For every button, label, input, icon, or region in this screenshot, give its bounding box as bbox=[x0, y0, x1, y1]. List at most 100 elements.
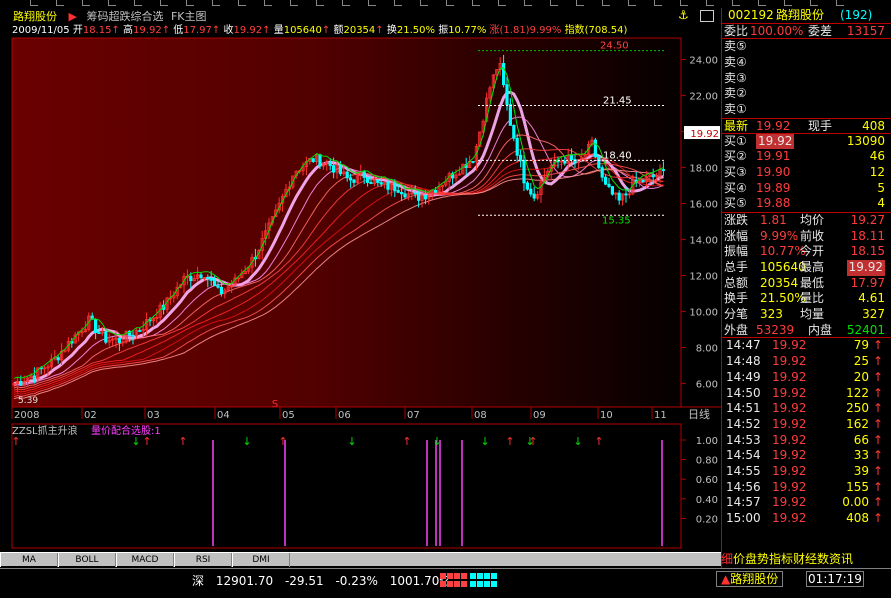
breadth-bar bbox=[447, 581, 453, 587]
buy-level: 买④ 19.89 5 bbox=[722, 181, 891, 197]
tick-arrow-icon: ↑ bbox=[872, 495, 883, 510]
window-restore-icon[interactable] bbox=[700, 10, 714, 22]
turn-label: 换 bbox=[386, 25, 397, 36]
tick-time: 14:48 bbox=[726, 354, 761, 369]
index-name: 深 bbox=[192, 574, 205, 588]
indicator-tick-label: 1.00 bbox=[696, 436, 718, 447]
candle-body bbox=[593, 139, 598, 158]
stock-name[interactable]: 路翔股份 bbox=[13, 10, 57, 23]
toolbar-icon[interactable] bbox=[758, 0, 766, 6]
tick-vol: 33 bbox=[853, 448, 869, 463]
sell-level-label: 卖⑤ bbox=[724, 39, 747, 54]
tick-list[interactable]: 14:47 19.92 79 ↑ 14:48 19.92 25 ↑ 14:49 19.92 20 ↑ 1… bbox=[722, 338, 891, 526]
candle-body bbox=[399, 191, 404, 195]
price-tick-label: 22.00 bbox=[689, 92, 718, 103]
stat-label2: 均价 bbox=[800, 212, 825, 227]
marquee[interactable]: 细价盘势指标财经数资讯 bbox=[721, 552, 891, 567]
kline-chart[interactable]: 24.0022.0020.0018.0016.0014.0012.0010.00… bbox=[0, 0, 721, 552]
tick-time: 14:57 bbox=[726, 495, 761, 510]
toolbar-icon[interactable] bbox=[732, 0, 740, 6]
stat-row: 涨跌 1.81 均价 19.27 bbox=[722, 213, 891, 229]
status-bar: 深 12901.70 -29.51 -0.23% 1001.70亿 ▲路翔股份 … bbox=[0, 568, 891, 598]
stat-value: 9.99% bbox=[760, 228, 799, 243]
chart-title-bar: 路翔股份 ▶ 筹码超跌综合选 FK主图 bbox=[0, 9, 721, 24]
candle-body bbox=[570, 155, 574, 160]
breadth-bar bbox=[440, 581, 446, 587]
tick-row: 14:53 19.92 66 ↑ bbox=[722, 433, 891, 449]
stat-value: 21.50% bbox=[760, 291, 806, 306]
candle-body bbox=[624, 193, 628, 196]
candle-body bbox=[515, 137, 519, 156]
toolbar-icon[interactable] bbox=[810, 0, 818, 6]
tick-vol: 155 bbox=[846, 479, 869, 494]
tab-ma[interactable]: MA bbox=[0, 553, 58, 567]
buy-level-vol: 46 bbox=[869, 149, 885, 164]
toolbar-icon[interactable] bbox=[784, 0, 792, 6]
close-value: 19.92 bbox=[233, 25, 263, 36]
candle-body bbox=[508, 104, 513, 126]
level-label: 21.45 bbox=[603, 96, 632, 107]
indicator-tick-label: 0.40 bbox=[696, 495, 718, 506]
tick-vol: 162 bbox=[846, 416, 869, 431]
status-stock-tab[interactable]: ▲路翔股份 bbox=[716, 571, 784, 587]
tab-rsi[interactable]: RSI bbox=[174, 553, 232, 567]
sell-signal-arrow-icon: ↓ bbox=[242, 435, 251, 448]
stock-number: (192) bbox=[840, 8, 873, 22]
tick-vol: 66 bbox=[853, 432, 869, 447]
high-label: 高 bbox=[123, 25, 134, 36]
candle-body bbox=[376, 179, 380, 184]
tab-dmi[interactable]: DMI bbox=[232, 553, 290, 567]
sell-level: 卖① bbox=[722, 102, 891, 118]
buy-level-price: 19.90 bbox=[756, 164, 791, 179]
formula-name[interactable]: 筹码超跌综合选 bbox=[86, 10, 163, 23]
candle-body bbox=[345, 171, 349, 179]
stock-name-quote: 路翔股份 bbox=[776, 8, 825, 22]
stat-value2: 19.27 bbox=[850, 212, 885, 227]
tab-macd[interactable]: MACD bbox=[116, 553, 174, 567]
latest-row: 最新 19.92 现手 408 bbox=[722, 117, 891, 134]
candle-body bbox=[600, 167, 604, 178]
tab-boll[interactable]: BOLL bbox=[58, 553, 116, 567]
open-value: 18.15 bbox=[82, 25, 112, 36]
chg-value: (1.81) bbox=[499, 25, 530, 36]
buy-level-label: 买② bbox=[724, 149, 747, 164]
tick-vol: 0.00 bbox=[842, 495, 869, 510]
sell-level: 卖③ bbox=[722, 71, 891, 87]
stat-row: 涨幅 9.99% 前收 18.11 bbox=[722, 229, 891, 245]
price-tick-label: 14.00 bbox=[689, 236, 718, 247]
candle-body bbox=[32, 375, 37, 380]
breadth-bar bbox=[491, 581, 497, 587]
turn-value: 21.50% bbox=[396, 25, 435, 36]
tick-row: 14:56 19.92 155 ↑ bbox=[722, 480, 891, 496]
tick-time: 14:56 bbox=[726, 479, 761, 494]
tick-arrow-icon: ↑ bbox=[872, 479, 883, 494]
tick-arrow-icon: ↑ bbox=[872, 385, 883, 400]
formula-arrow-icon[interactable]: ▶ bbox=[69, 10, 77, 23]
tick-vol: 20 bbox=[853, 369, 869, 384]
weibi-row: 委比 100.00% 委差 13157 bbox=[722, 24, 891, 40]
market-index[interactable]: 深 12901.70 -29.51 -0.23% 1001.70亿 bbox=[192, 572, 459, 589]
tick-price: 19.92 bbox=[772, 479, 807, 494]
tick-vol: 79 bbox=[853, 338, 869, 353]
toolbar-icon[interactable] bbox=[836, 0, 844, 6]
amt-label: 额 bbox=[333, 25, 344, 36]
date-label: 04 bbox=[217, 410, 230, 421]
tick-price: 19.92 bbox=[772, 463, 807, 478]
tick-time: 14:54 bbox=[726, 448, 761, 463]
stat-row: 振幅 10.77% 今开 18.15 bbox=[722, 244, 891, 260]
info-mine-icon[interactable]: ⚓ bbox=[678, 8, 696, 22]
stat-label2: 最高 bbox=[800, 260, 825, 274]
inner-label: 内盘 bbox=[808, 322, 833, 337]
tick-row: 14:51 19.92 250 ↑ bbox=[722, 401, 891, 417]
tick-arrow-icon: ↑ bbox=[872, 354, 883, 369]
tick-price: 19.92 bbox=[772, 369, 807, 384]
price-tick-label: 10.00 bbox=[689, 308, 718, 319]
warning-icon: ▲ bbox=[721, 572, 731, 586]
date-label: 05 bbox=[282, 410, 295, 421]
stat-label: 总额 bbox=[724, 275, 749, 290]
tick-vol: 122 bbox=[846, 385, 869, 400]
price-tick-label: 6.00 bbox=[696, 380, 718, 391]
breadth-bar bbox=[454, 581, 460, 587]
date-label: 11 bbox=[654, 410, 667, 421]
candle-body bbox=[318, 154, 322, 167]
